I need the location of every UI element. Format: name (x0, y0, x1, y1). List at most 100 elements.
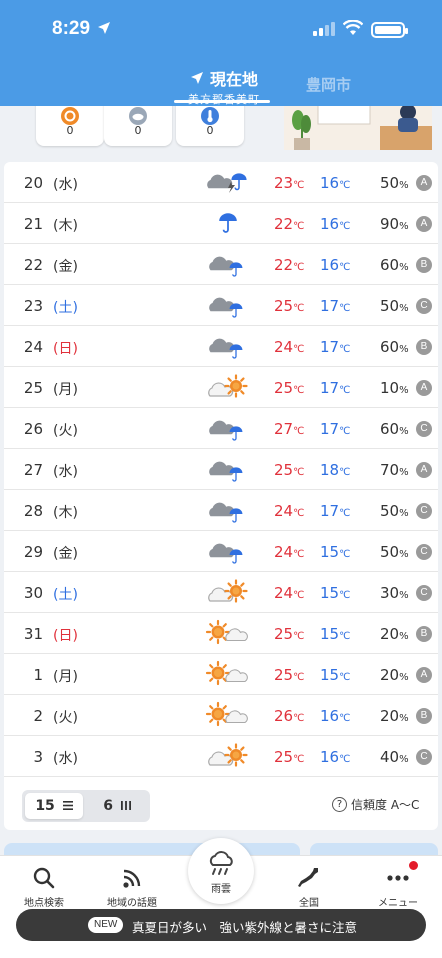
index-card-strip: 0 0 0 (4, 106, 438, 150)
forecast-row[interactable]: 23 (土) 25℃ 17℃ 50% C (4, 285, 438, 326)
cloudy-sunny-weather-icon (208, 374, 248, 398)
forecast-row[interactable]: 21 (木) 22℃ 16℃ 90% A (4, 203, 438, 244)
cloud-icon (129, 107, 147, 125)
forecast-day-of-week: (日) (53, 628, 78, 644)
forecast-date: 3 (33, 748, 43, 766)
cloudy-sunny-weather-icon (208, 743, 248, 767)
list-icon (62, 801, 73, 810)
forecast-row[interactable]: 2 (火) 26℃ 16℃ 20% B (4, 695, 438, 736)
nav-location-search[interactable]: 地点検索 (4, 866, 84, 909)
precip-probability: 60% (380, 338, 409, 356)
cloudy-sunny-weather-icon (208, 579, 248, 603)
precip-probability: 20% (380, 666, 409, 684)
low-temp: 17℃ (320, 379, 351, 397)
reliability-badge: B (416, 339, 432, 355)
reliability-badge: C (416, 544, 432, 560)
forecast-row[interactable]: 3 (水) 25℃ 16℃ 40% C (4, 736, 438, 777)
reliability-badge: A (416, 175, 432, 191)
index-value: 0 (66, 124, 74, 137)
precip-probability: 20% (380, 625, 409, 643)
cloudy-rain-weather-icon (209, 297, 243, 318)
range-15-days-button[interactable]: 15 (25, 793, 83, 819)
forecast-row[interactable]: 24 (日) 24℃ 17℃ 60% B (4, 326, 438, 367)
sunny-cloudy-weather-icon (205, 701, 248, 727)
forecast-row[interactable]: 28 (木) 24℃ 17℃ 50% C (4, 490, 438, 531)
low-temp: 16℃ (320, 707, 351, 725)
cloudy-rain-weather-icon (209, 256, 243, 277)
columns-icon (120, 801, 131, 810)
cloudy-rain-weather-icon (209, 543, 243, 564)
forecast-day-of-week: (金) (53, 259, 78, 275)
forecast-row[interactable]: 25 (月) 25℃ 17℃ 10% A (4, 367, 438, 408)
cloudy-rain-weather-icon (209, 420, 243, 441)
forecast-date: 28 (23, 502, 43, 520)
rain-radar-button[interactable]: 雨雲 (188, 838, 254, 904)
forecast-date: 23 (23, 297, 43, 315)
reliability-badge: A (416, 462, 432, 478)
forecast-row[interactable]: 31 (日) 25℃ 15℃ 20% B (4, 613, 438, 654)
low-temp: 15℃ (320, 543, 351, 561)
high-temp: 25℃ (274, 666, 305, 684)
reliability-badge: B (416, 708, 432, 724)
high-temp: 26℃ (274, 707, 305, 725)
reliability-badge: C (416, 298, 432, 314)
high-temp: 22℃ (274, 215, 305, 233)
precip-probability: 40% (380, 748, 409, 766)
news-banner[interactable]: NEW 真夏日が多い 強い紫外線と暑さに注意 (16, 909, 426, 941)
active-tab-indicator (174, 100, 270, 103)
nav-national[interactable]: 全国 (269, 866, 349, 909)
reliability-help[interactable]: ? 信頼度 A〜C (332, 796, 419, 813)
question-icon: ? (332, 797, 347, 812)
room-illustration (284, 106, 432, 150)
nav-menu[interactable]: メニュー (358, 866, 438, 909)
forecast-row[interactable]: 29 (金) 24℃ 15℃ 50% C (4, 531, 438, 572)
low-temp: 16℃ (320, 256, 351, 274)
low-temp: 17℃ (320, 502, 351, 520)
low-temp: 17℃ (320, 338, 351, 356)
forecast-date: 31 (23, 625, 43, 643)
high-temp: 24℃ (274, 584, 305, 602)
forecast-day-of-week: (水) (53, 751, 78, 767)
high-temp: 22℃ (274, 256, 305, 274)
reliability-badge: A (416, 667, 432, 683)
index-card-heat[interactable]: 0 (36, 106, 104, 146)
forecast-day-of-week: (火) (53, 710, 78, 726)
reliability-badge: A (416, 380, 432, 396)
high-temp: 25℃ (274, 461, 305, 479)
precip-probability: 50% (380, 297, 409, 315)
forecast-row[interactable]: 20 (水) 23℃ 16℃ 50% A (4, 162, 438, 203)
low-temp: 17℃ (320, 420, 351, 438)
forecast-day-of-week: (月) (53, 669, 78, 685)
forecast-date: 29 (23, 543, 43, 561)
battery-icon (371, 22, 408, 38)
reliability-badge: C (416, 585, 432, 601)
thermometer-icon (201, 107, 219, 125)
forecast-day-of-week: (火) (53, 423, 78, 439)
nav-local-topics[interactable]: 地域の話題 (92, 866, 172, 909)
sunny-cloudy-weather-icon (205, 660, 248, 686)
rain-radar-label: 雨雲 (211, 884, 231, 895)
forecast-row[interactable]: 26 (火) 27℃ 17℃ 60% C (4, 408, 438, 449)
forecast-row[interactable]: 22 (金) 22℃ 16℃ 60% B (4, 244, 438, 285)
status-bar: 8:29 (0, 0, 442, 58)
precip-probability: 90% (380, 215, 409, 233)
tab-toyooka[interactable]: 豊岡市 (306, 74, 351, 95)
forecast-row[interactable]: 30 (土) 24℃ 15℃ 30% C (4, 572, 438, 613)
forecast-date: 26 (23, 420, 43, 438)
reliability-badge: C (416, 749, 432, 765)
forecast-row[interactable]: 1 (月) 25℃ 15℃ 20% A (4, 654, 438, 695)
forecast-day-of-week: (月) (53, 382, 78, 398)
range-6-days-button[interactable]: 6 (88, 793, 146, 819)
forecast-row[interactable]: 27 (水) 25℃ 18℃ 70% A (4, 449, 438, 490)
wifi-icon (343, 20, 363, 35)
forecast-day-of-week: (水) (53, 464, 78, 480)
high-temp: 25℃ (274, 748, 305, 766)
precip-probability: 50% (380, 502, 409, 520)
cloudy-rain-weather-icon (209, 502, 243, 523)
low-temp: 16℃ (320, 748, 351, 766)
low-temp: 17℃ (320, 297, 351, 315)
index-card-cloud[interactable]: 0 (104, 106, 172, 146)
reliability-badge: C (416, 421, 432, 437)
index-card-temp[interactable]: 0 (176, 106, 244, 146)
reliability-badge: B (416, 626, 432, 642)
